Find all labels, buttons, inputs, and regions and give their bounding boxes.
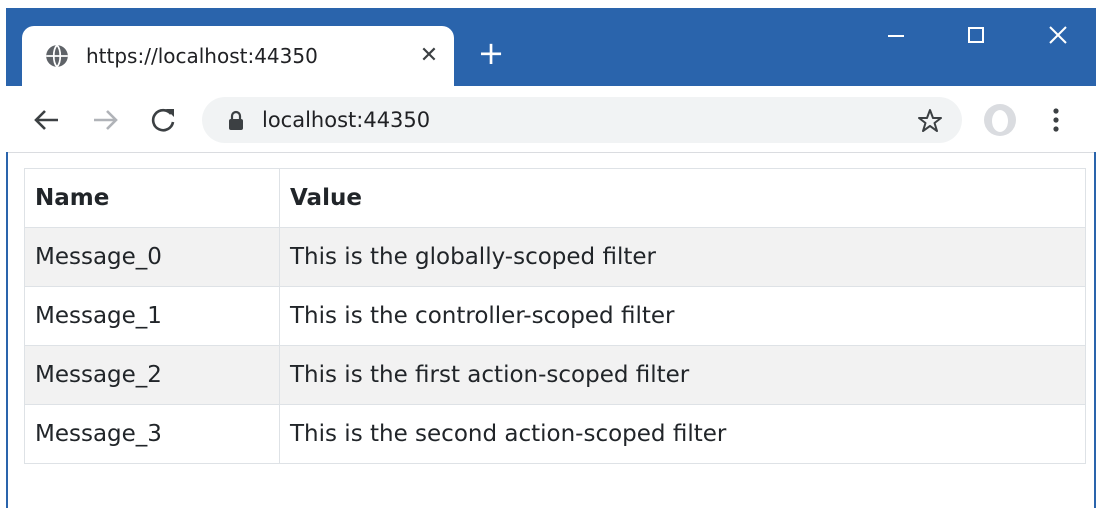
profile-avatar[interactable] — [984, 104, 1016, 136]
browser-toolbar: localhost:44350 — [6, 86, 1096, 152]
cell-name: Message_1 — [24, 286, 280, 346]
column-header-value: Value — [279, 168, 1086, 228]
address-bar[interactable]: localhost:44350 — [202, 97, 962, 143]
cell-value: This is the globally-scoped filter — [279, 227, 1086, 287]
messages-table: Name Value Message_0 This is the globall… — [24, 168, 1086, 464]
globe-icon — [46, 44, 68, 68]
close-icon — [1049, 26, 1067, 44]
table-row: Message_3 This is the second action-scop… — [24, 404, 1086, 464]
minimize-icon — [888, 35, 904, 37]
table-row: Message_0 This is the globally-scoped fi… — [24, 227, 1086, 287]
reload-icon[interactable] — [146, 103, 180, 137]
maximize-icon — [968, 27, 984, 43]
table-row: Message_2 This is the first action-scope… — [24, 345, 1086, 405]
cell-name: Message_2 — [24, 345, 280, 405]
table-header-row: Name Value — [24, 168, 1086, 228]
browser-tab[interactable]: https://localhost:44350 ✕ — [22, 26, 454, 88]
minimize-button[interactable] — [876, 20, 916, 50]
back-arrow-icon[interactable] — [30, 103, 64, 137]
cell-value: This is the controller-scoped filter — [279, 286, 1086, 346]
maximize-button[interactable] — [956, 20, 996, 50]
star-icon[interactable] — [916, 107, 944, 135]
table-row: Message_1 This is the controller-scoped … — [24, 286, 1086, 346]
cell-value: This is the second action-scoped filter — [279, 404, 1086, 464]
more-menu-icon[interactable] — [1046, 104, 1066, 136]
tab-close-icon[interactable]: ✕ — [414, 41, 444, 71]
tab-strip: https://localhost:44350 ✕ + — [6, 8, 1096, 88]
browser-window: https://localhost:44350 ✕ + localhost:44… — [6, 8, 1096, 508]
cell-name: Message_0 — [24, 227, 280, 287]
window-close-button[interactable] — [1038, 20, 1078, 50]
cell-value: This is the first action-scoped filter — [279, 345, 1086, 405]
cell-name: Message_3 — [24, 404, 280, 464]
lock-icon — [229, 110, 243, 130]
url-text[interactable]: localhost:44350 — [262, 108, 430, 132]
new-tab-button[interactable]: + — [476, 37, 506, 69]
tab-title: https://localhost:44350 — [86, 44, 318, 68]
page-content: Name Value Message_0 This is the globall… — [8, 152, 1094, 508]
person-icon — [985, 105, 1015, 135]
forward-arrow-icon[interactable] — [88, 103, 122, 137]
column-header-name: Name — [24, 168, 280, 228]
